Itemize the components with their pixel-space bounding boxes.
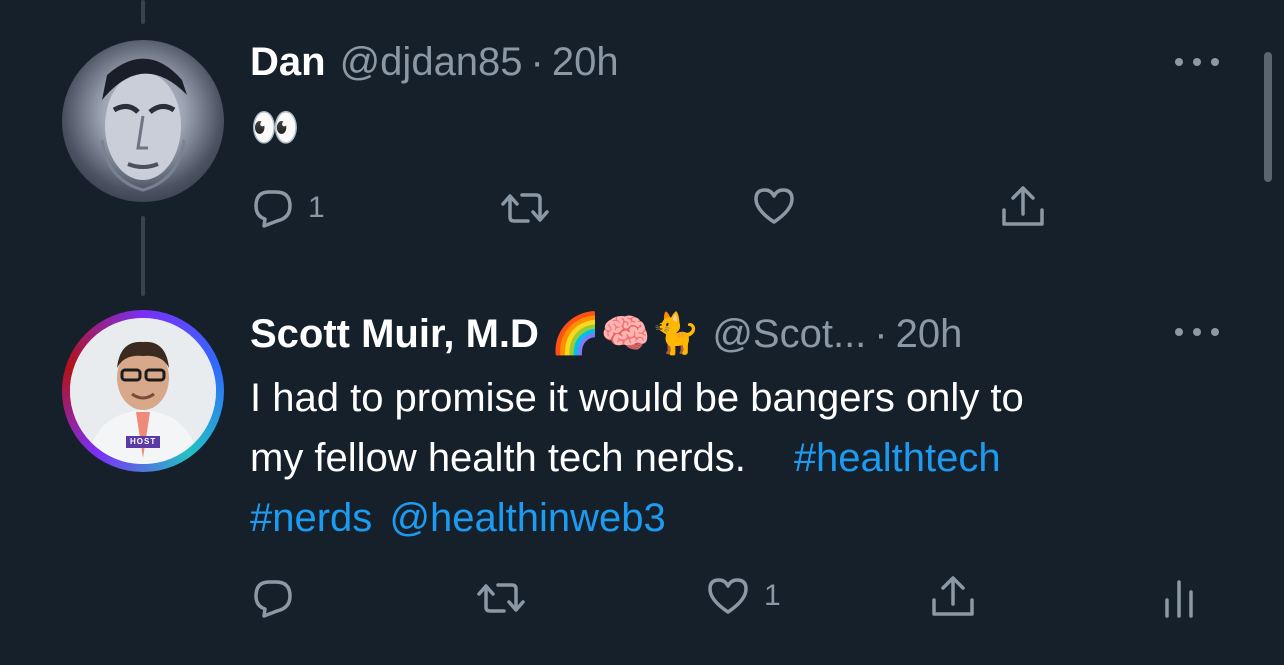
retweet-icon [501,193,549,223]
tweet-text-line: I had to promise it would be bangers onl… [250,376,1024,420]
thread-connector [141,216,145,296]
like-button[interactable] [752,186,796,226]
hashtag-link[interactable]: #healthtech [794,436,1001,480]
name-emojis: 🌈🧠🐈 [550,312,701,356]
reply-button[interactable] [252,578,294,618]
avatar[interactable] [62,40,224,202]
mention-link[interactable]: @healthinweb3 [389,496,665,540]
reply-button[interactable]: 1 [252,188,325,228]
share-button[interactable] [1000,184,1046,228]
author-name[interactable]: Dan [250,40,326,85]
retweet-button[interactable] [476,580,526,616]
share-icon [1002,186,1044,226]
reply-count: 1 [308,191,325,224]
separator-dot: · [530,40,544,84]
tweet-text-line: #nerds @healthinweb3 [250,488,1250,548]
avatar-photo: HOST [70,318,216,464]
tweet-header: Dan @djdan85 · 20h [250,40,619,85]
analytics-button[interactable] [1162,576,1196,620]
like-button[interactable]: 1 [706,576,781,616]
like-icon [754,188,794,224]
tweet-text: 👀 [250,106,300,150]
more-icon[interactable] [1175,326,1219,338]
tweet-text-plain: my fellow health tech nerds. [250,436,746,480]
retweet-button[interactable] [500,190,550,226]
reply-icon [254,190,292,228]
tweet-text-line: my fellow health tech nerds. #healthtech [250,428,1250,488]
like-count: 1 [764,579,781,612]
author-name[interactable]: Scott Muir, M.D [250,312,539,357]
author-handle[interactable]: @djdan85 [340,40,523,85]
retweet-icon [477,583,525,613]
thread-connector-top [141,0,145,24]
like-icon [708,578,748,614]
share-button[interactable] [930,574,976,618]
author-handle[interactable]: @Scot... [712,312,866,357]
tweet-time[interactable]: 20h [552,40,619,85]
analytics-icon [1165,580,1193,618]
tweet-text: I had to promise it would be bangers onl… [250,368,1250,548]
reply-icon [254,580,292,618]
avatar[interactable]: HOST [62,310,224,472]
tweet-header: Scott Muir, M.D 🌈🧠🐈 @Scot... · 20h [250,310,962,357]
more-icon[interactable] [1175,56,1219,68]
scrollbar[interactable] [1264,52,1272,182]
avatar-host-badge: HOST [130,437,157,446]
timeline: Dan @djdan85 · 20h 👀 1 HOST Scott Muir, … [0,0,1284,665]
share-icon [932,576,974,616]
separator-dot: · [874,312,888,356]
tweet-time[interactable]: 20h [896,312,963,357]
hashtag-link[interactable]: #nerds [250,496,372,540]
avatar-face-image [100,58,187,192]
